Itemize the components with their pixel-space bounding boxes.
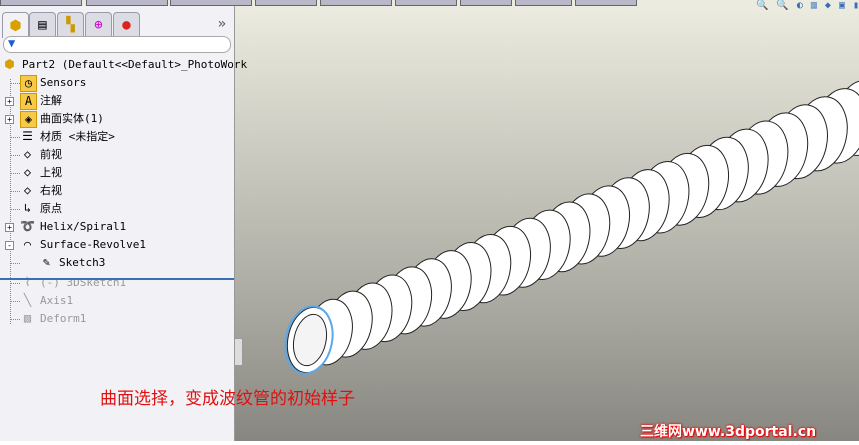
helix-icon: ➰: [20, 219, 35, 233]
tree-item-label: Helix/Spiral1: [40, 220, 127, 233]
section-view-icon[interactable]: ▥: [811, 0, 817, 11]
part-icon: ⬢: [9, 17, 22, 34]
previous-view-icon[interactable]: ◐: [797, 0, 803, 11]
part-icon: ⬢: [4, 57, 15, 71]
surface-bodies-folder-icon: ◈: [20, 111, 37, 128]
expand-toggle[interactable]: +: [5, 223, 14, 232]
tree-item-label: 前视: [40, 148, 62, 161]
tree-item-label: Deform1: [40, 312, 87, 325]
hide-show-icon[interactable]: ▮: [853, 0, 859, 11]
view-orientation-icon[interactable]: ◆: [825, 0, 831, 11]
surface-revolve-icon: ⌒: [23, 237, 32, 251]
tree-line: [10, 155, 20, 156]
tree-line: [10, 173, 20, 174]
panel-splitter-handle[interactable]: [234, 338, 243, 366]
tree-line: [10, 319, 20, 320]
configuration-icon: ▚: [66, 17, 75, 33]
plane-icon: ◇: [23, 183, 32, 197]
configuration-manager-tab[interactable]: ▚: [57, 12, 84, 37]
display-style-icon[interactable]: ▣: [839, 0, 845, 11]
axis-icon: ╲: [23, 293, 32, 307]
tree-item-label: 材质 <未指定>: [40, 130, 115, 143]
tree-line: [10, 209, 20, 210]
tree-item-label: 右视: [40, 184, 62, 197]
sketch-icon: ✎: [42, 255, 51, 269]
plane-icon: ◇: [23, 147, 32, 161]
dimxpert-tab[interactable]: ⊕: [85, 12, 112, 37]
tree-item-label: 曲面实体(1): [40, 112, 104, 125]
tree-line: [10, 283, 20, 284]
expand-toggle[interactable]: +: [5, 97, 14, 106]
property-icon: ▤: [38, 17, 47, 33]
display-manager-tab[interactable]: ●: [113, 12, 140, 37]
more-tabs-button[interactable]: »: [218, 16, 226, 32]
tree-line: [10, 191, 20, 192]
tree-item-label: Surface-Revolve1: [40, 238, 146, 251]
zoom-area-icon[interactable]: 🔍: [776, 0, 788, 11]
tree-item-label: Sensors: [40, 76, 87, 89]
plane-icon: ◇: [23, 165, 32, 179]
appearance-icon: ●: [122, 17, 131, 33]
tree-line: [10, 263, 20, 264]
watermark: 三维网www.3dportal.cn: [640, 424, 817, 440]
tree-line: [10, 301, 20, 302]
view-toolbar: 🔍 🔍 ◐ ▥ ◆ ▣ ▮: [756, 0, 859, 11]
deform-icon: ▧: [23, 311, 32, 325]
property-manager-tab[interactable]: ▤: [29, 12, 56, 37]
sensor-folder-icon: ◷: [20, 75, 37, 92]
expand-toggle[interactable]: -: [5, 241, 14, 250]
tree-item-label: 注解: [40, 94, 62, 107]
graphics-area[interactable]: [235, 6, 859, 441]
tree-item-label: 原点: [40, 202, 62, 215]
material-icon: ☰: [22, 129, 33, 143]
filter-icon: ▼: [8, 36, 16, 50]
tree-item-label: Axis1: [40, 294, 74, 307]
tree-item-label: (-) 3DSketch1: [40, 276, 127, 289]
tree-line: [10, 137, 20, 138]
feature-manager-panel: ⬢ ▤ ▚ ⊕ ● » ▼ ⬢ Part2 (Default<<Default>…: [0, 6, 247, 441]
corrugated-tube-model[interactable]: [235, 6, 859, 441]
feature-manager-tab[interactable]: ⬢: [2, 12, 29, 38]
crosshair-icon: ⊕: [94, 17, 103, 33]
tree-filter-input[interactable]: ▼: [3, 36, 231, 53]
zoom-to-fit-icon[interactable]: 🔍: [756, 0, 768, 11]
tree-item-label: Sketch3: [59, 256, 106, 269]
tree-item-label: 上视: [40, 166, 62, 179]
panel-tabs: ⬢ ▤ ▚ ⊕ ● »: [2, 12, 232, 38]
expand-toggle[interactable]: +: [5, 115, 14, 124]
caption-text: 曲面选择，变成波纹管的初始样子: [100, 389, 355, 409]
annotation-folder-icon: A: [20, 93, 37, 110]
tree-line: [10, 83, 20, 84]
rollback-bar[interactable]: [0, 278, 234, 280]
tree-root-label: Part2 (Default<<Default>_PhotoWork: [22, 58, 248, 71]
origin-icon: ↳: [23, 201, 32, 215]
